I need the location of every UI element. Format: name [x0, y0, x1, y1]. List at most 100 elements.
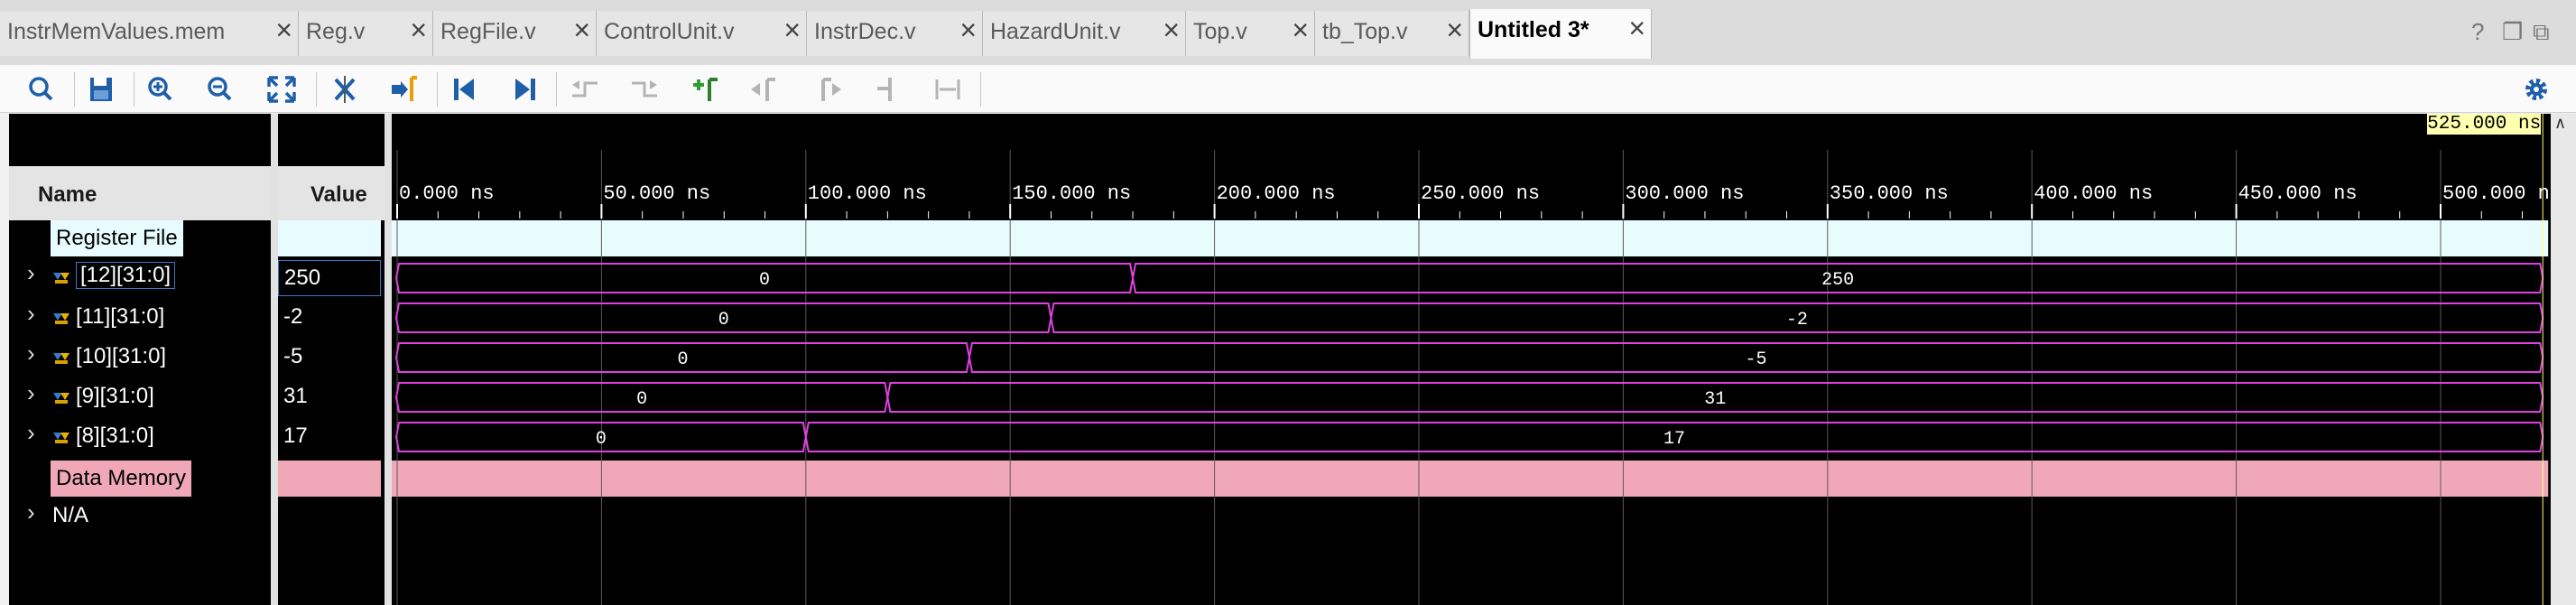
signal-row-reg12[interactable]: › [12][31:0]	[9, 257, 271, 297]
close-icon[interactable]: ×	[573, 15, 590, 44]
zoom-out-icon[interactable]	[202, 72, 238, 107]
value-header-label: Value	[310, 182, 367, 207]
next-transition-icon[interactable]	[626, 72, 663, 107]
folder-row-na[interactable]: › N/A	[9, 497, 271, 536]
tab-label: Untitled 3*	[1478, 17, 1589, 42]
vertical-scrollbar[interactable]: ∧	[2551, 114, 2576, 605]
signal-row-reg10[interactable]: › [10][31:0]	[9, 338, 271, 377]
chevron-right-icon[interactable]: ›	[27, 340, 35, 368]
signal-row-reg11[interactable]: › [11][31:0]	[9, 298, 271, 338]
tab-label: InstrDec.v	[814, 19, 916, 44]
restore-icon[interactable]: ❐	[2502, 18, 2523, 46]
zoom-in-icon[interactable]	[143, 72, 179, 107]
group-row-data-memory[interactable]: Data Memory	[9, 457, 271, 497]
toolbar-separator	[74, 72, 75, 107]
scroll-up-icon[interactable]: ∧	[2554, 114, 2566, 133]
segment-value-label: 0	[596, 429, 607, 450]
value-column-header[interactable]: Value	[278, 166, 385, 220]
time-tick-label: 50.000 ns	[603, 182, 711, 205]
signal-value-reg8[interactable]: 17	[278, 417, 381, 457]
segment-value-label: -5	[1746, 349, 1767, 370]
tab-instrmemvalues[interactable]: InstrMemValues.mem ×	[0, 11, 299, 56]
signal-value-reg9[interactable]: 31	[278, 377, 381, 417]
tab-controlunit[interactable]: ControlUnit.v ×	[597, 11, 807, 56]
tab-regfile[interactable]: RegFile.v ×	[433, 11, 597, 56]
signal-name: [10][31:0]	[76, 344, 167, 368]
signal-value-reg11[interactable]: -2	[278, 298, 381, 338]
float-icon[interactable]: ⧉	[2533, 18, 2550, 47]
chevron-right-icon[interactable]: ›	[27, 259, 35, 287]
waveform-toolbar	[0, 65, 2576, 113]
swap-cursor-icon[interactable]	[327, 72, 363, 107]
segment-value-label: 0	[677, 349, 688, 370]
search-icon[interactable]	[23, 72, 60, 107]
waveform-canvas[interactable]: 0 250 0 -2 0 -5 0 31 0 17 0.000 ns 50.000 ns 100.00…	[392, 114, 2576, 605]
close-icon[interactable]: ×	[275, 15, 292, 44]
close-icon[interactable]: ×	[1446, 15, 1463, 44]
time-tick-label: 500.000 ns	[2442, 182, 2562, 205]
chevron-right-icon[interactable]: ›	[27, 498, 35, 526]
signal-name: [11][31:0]	[76, 304, 165, 329]
tab-label: tb_Top.v	[1322, 19, 1408, 44]
group-value-cell	[278, 220, 381, 256]
tab-label: InstrMemValues.mem	[7, 19, 226, 44]
close-icon[interactable]: ×	[1628, 14, 1645, 42]
save-icon[interactable]	[83, 72, 119, 107]
segment-value-label: 0	[759, 270, 770, 291]
tab-tb-top[interactable]: tb_Top.v ×	[1315, 11, 1469, 56]
previous-transition-icon[interactable]	[567, 72, 603, 107]
signal-row-reg9[interactable]: › [9][31:0]	[9, 377, 271, 417]
group-row-register-file[interactable]: Register File	[9, 217, 271, 256]
chevron-right-icon[interactable]: ›	[27, 379, 35, 407]
tab-instrdec[interactable]: InstrDec.v ×	[807, 11, 983, 56]
close-icon[interactable]: ×	[1163, 15, 1180, 44]
previous-marker-icon[interactable]	[747, 72, 783, 107]
bus-signal-icon	[53, 393, 69, 404]
segment-value-label: 0	[718, 310, 729, 330]
segment-value-label: 31	[1704, 389, 1726, 410]
segment-value-label: 250	[1821, 270, 1854, 291]
time-tick-label: 200.000 ns	[1216, 182, 1336, 205]
tab-hazardunit[interactable]: HazardUnit.v ×	[983, 11, 1186, 56]
time-tick-label: 0.000 ns	[399, 182, 495, 205]
waveform-viewer: Name Value Register File › [12][31:0] › …	[9, 114, 2576, 605]
tab-top[interactable]: Top.v ×	[1186, 11, 1315, 56]
tab-label: Reg.v	[306, 19, 366, 44]
go-to-last-time-icon[interactable]	[507, 72, 543, 107]
help-icon[interactable]: ?	[2471, 18, 2484, 46]
value-text: 17	[283, 424, 308, 448]
signal-row-reg8[interactable]: › [8][31:0]	[9, 417, 271, 457]
snap-icon[interactable]	[930, 72, 966, 107]
swap-markers-icon[interactable]	[870, 72, 906, 107]
cursor-time-label[interactable]: 525.000 ns	[2427, 114, 2542, 135]
name-column-header[interactable]: Name	[9, 166, 271, 220]
signal-name: [9][31:0]	[76, 384, 154, 408]
close-icon[interactable]: ×	[783, 15, 801, 44]
chevron-right-icon[interactable]: ›	[27, 300, 35, 328]
time-tick-label: 250.000 ns	[1421, 182, 1541, 205]
bus-signal-icon	[53, 273, 69, 284]
next-marker-icon[interactable]	[809, 72, 845, 107]
close-icon[interactable]: ×	[410, 15, 427, 44]
value-text: -5	[283, 344, 303, 368]
signal-value-reg10[interactable]: -5	[278, 338, 381, 377]
value-wave-splitter[interactable]	[385, 114, 392, 605]
settings-icon[interactable]	[2518, 72, 2554, 107]
close-icon[interactable]: ×	[959, 15, 977, 44]
signal-value-reg12[interactable]: 250	[278, 260, 381, 296]
go-to-cursor-icon[interactable]	[386, 72, 422, 107]
close-icon[interactable]: ×	[1292, 15, 1309, 44]
go-to-time-zero-icon[interactable]	[446, 72, 482, 107]
zoom-fit-icon[interactable]	[264, 72, 300, 107]
add-marker-icon[interactable]	[688, 72, 724, 107]
tab-untitled-3[interactable]: Untitled 3* ×	[1469, 9, 1652, 59]
tab-reg[interactable]: Reg.v ×	[299, 11, 433, 56]
group-label: Data Memory	[51, 461, 192, 497]
bus-signal-icon	[53, 353, 69, 364]
signal-name: [12][31:0]	[76, 262, 176, 289]
name-value-splitter[interactable]	[271, 114, 278, 605]
chevron-right-icon[interactable]: ›	[27, 419, 35, 447]
bus-signal-icon	[53, 313, 69, 324]
value-text: 31	[283, 384, 308, 408]
folder-name: N/A	[52, 503, 89, 527]
